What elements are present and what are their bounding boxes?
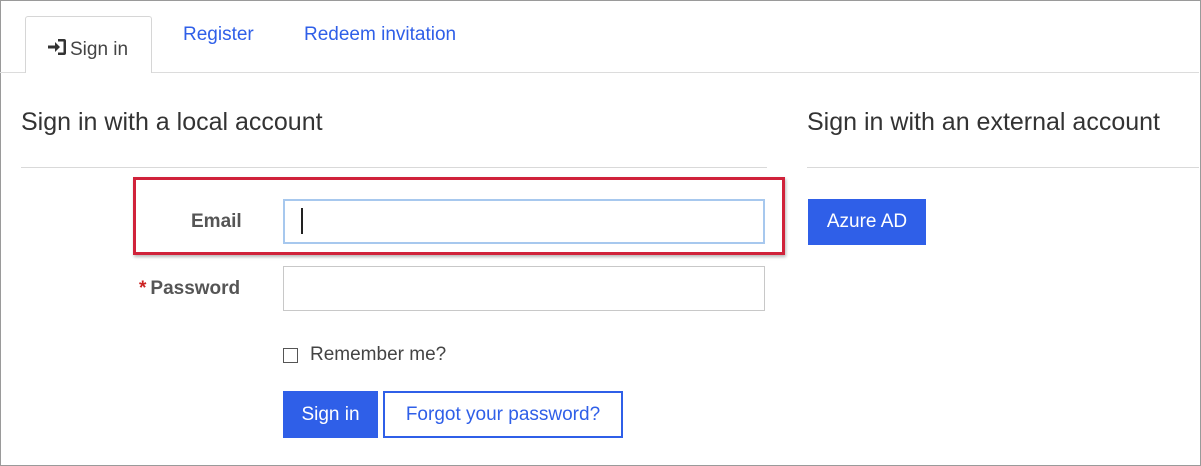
password-label: Password bbox=[150, 278, 241, 299]
azure-ad-button[interactable]: Azure AD bbox=[808, 199, 926, 245]
tab-sign-in[interactable]: Sign in bbox=[25, 16, 152, 73]
tab-sign-in-label: Sign in bbox=[70, 39, 129, 60]
external-heading-divider bbox=[807, 167, 1199, 168]
sign-in-icon bbox=[46, 37, 70, 63]
local-account-heading: Sign in with a local account bbox=[21, 108, 323, 136]
forgot-password-button[interactable]: Forgot your password? bbox=[383, 391, 623, 438]
email-input[interactable] bbox=[283, 199, 765, 244]
password-label-row: * Password bbox=[139, 278, 240, 300]
remember-me-row: Remember me? bbox=[283, 344, 446, 366]
text-caret bbox=[301, 208, 303, 234]
remember-me-checkbox[interactable] bbox=[283, 347, 298, 363]
tab-bar: Sign in Register Redeem invitation bbox=[0, 0, 1199, 73]
sign-in-button[interactable]: Sign in bbox=[283, 391, 378, 438]
local-heading-divider bbox=[21, 167, 767, 168]
email-label: Email bbox=[191, 211, 242, 232]
remember-me-label: Remember me? bbox=[310, 344, 447, 365]
required-marker: * bbox=[139, 278, 147, 299]
tab-register[interactable]: Register bbox=[183, 24, 254, 46]
tab-bar-divider bbox=[0, 72, 1199, 73]
tab-redeem-invitation[interactable]: Redeem invitation bbox=[304, 24, 456, 46]
password-input[interactable] bbox=[283, 266, 765, 311]
external-account-heading: Sign in with an external account bbox=[807, 108, 1160, 136]
